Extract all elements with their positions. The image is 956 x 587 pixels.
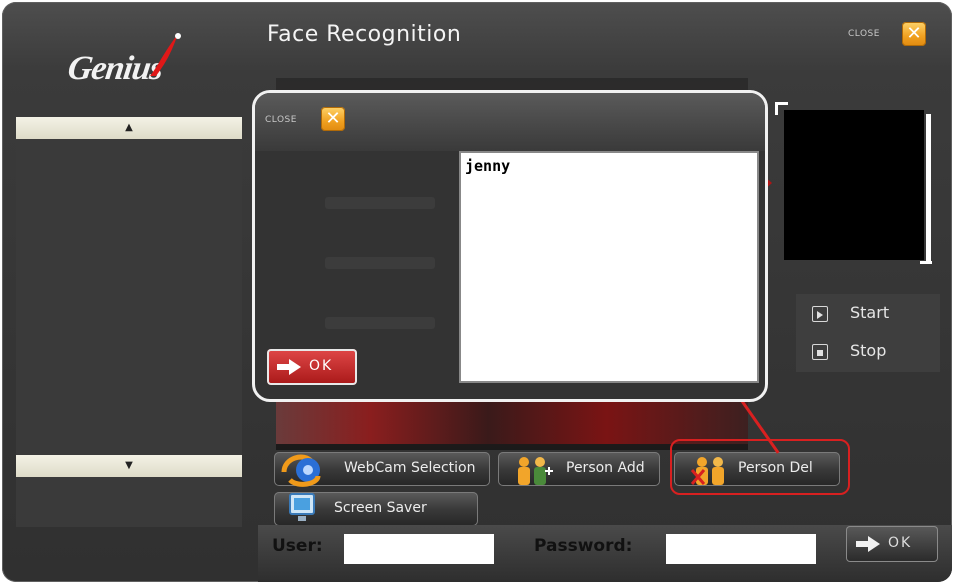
- password-label: Password:: [534, 536, 633, 556]
- dialog-close-button[interactable]: CLOSE ✕: [265, 105, 355, 135]
- arrow-right-icon: [856, 536, 880, 552]
- dialog-ok-button[interactable]: OK: [267, 349, 357, 385]
- close-label: CLOSE: [848, 29, 880, 39]
- user-input[interactable]: [344, 534, 494, 564]
- login-ok-button[interactable]: OK: [846, 526, 938, 562]
- person-list-item[interactable]: jenny: [465, 157, 510, 175]
- preview-bracket-right: [926, 114, 931, 264]
- webcam-selection-label: WebCam Selection: [344, 460, 476, 476]
- camera-view-strip: [276, 398, 748, 444]
- password-input[interactable]: [666, 534, 816, 564]
- dialog-ok-label: OK: [309, 358, 334, 374]
- preview-bracket-bottom: [920, 261, 932, 264]
- person-list-panel[interactable]: ▲ ▼: [16, 117, 242, 527]
- person-add-icon: [518, 457, 553, 485]
- person-delete-dialog: CLOSE ✕ jenny OK: [252, 90, 768, 402]
- dialog-close-label: CLOSE: [265, 115, 297, 125]
- scroll-down-button[interactable]: ▼: [16, 455, 242, 477]
- start-label: Start: [850, 303, 890, 322]
- screen-saver-button[interactable]: Screen Saver: [274, 492, 478, 526]
- dialog-shadow-row: [325, 257, 435, 269]
- screen-saver-label: Screen Saver: [334, 500, 427, 516]
- person-add-button[interactable]: Person Add: [498, 452, 660, 486]
- window-close-button[interactable]: CLOSE ✕: [840, 20, 930, 50]
- user-label: User:: [272, 536, 323, 556]
- annotation-highlight: [670, 439, 850, 495]
- person-add-label: Person Add: [566, 460, 645, 476]
- main-window: Genius Face Recognition CLOSE ✕ ▲ ▼ Star…: [2, 2, 952, 582]
- stop-button[interactable]: Stop: [808, 340, 938, 366]
- dialog-close-x-icon: ✕: [321, 107, 345, 131]
- dialog-shadow-row: [325, 317, 435, 329]
- start-button[interactable]: Start: [808, 302, 938, 328]
- webcam-icon: [281, 454, 321, 487]
- login-ok-label: OK: [888, 535, 913, 551]
- play-icon: [812, 306, 828, 322]
- stop-icon: [812, 344, 828, 360]
- monitor-icon: [289, 493, 315, 521]
- logo-swoosh-icon: [150, 33, 181, 76]
- face-preview: [784, 110, 924, 260]
- close-x-icon: ✕: [902, 22, 926, 46]
- person-listbox[interactable]: jenny: [459, 151, 759, 383]
- scroll-up-button[interactable]: ▲: [16, 117, 242, 139]
- stop-label: Stop: [850, 341, 887, 360]
- window-title: Face Recognition: [267, 22, 462, 47]
- webcam-selection-button[interactable]: WebCam Selection: [274, 452, 490, 487]
- arrow-right-icon: [277, 359, 301, 375]
- dialog-shadow-row: [325, 197, 435, 209]
